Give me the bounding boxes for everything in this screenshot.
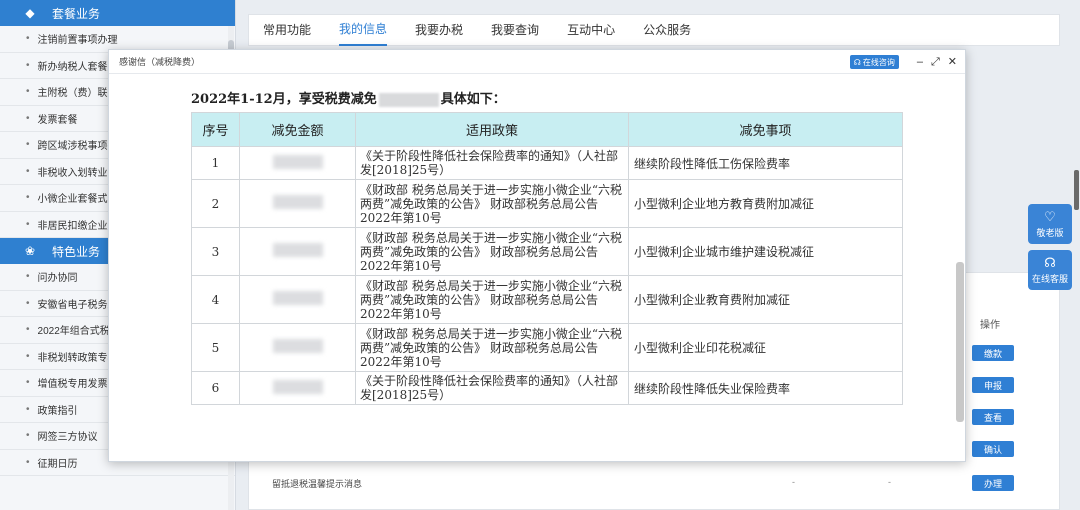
elder-mode-button[interactable]: ♡ 敬老版 [1028,204,1072,244]
cell-no: 6 [191,371,240,405]
cell-no: 4 [191,275,240,324]
cell-no: 1 [191,146,240,180]
header-policy: 适用政策 [355,112,629,147]
cell-item: 小型微利企业城市维护建设税减征 [628,227,903,276]
tab-query[interactable]: 我要查询 [491,15,539,45]
relief-table: 序号 减免金额 适用政策 减免事项 1 《关于阶段性降低社会保险费率的通知》（人… [191,112,903,405]
refund-tip-text: 留抵退税温馨提示消息 [272,479,363,489]
maximize-icon[interactable]: ⤢ [931,55,940,69]
redacted-amount [378,92,439,107]
cell-amount [239,146,356,180]
redacted-amount [272,243,323,257]
cell-policy: 《财政部 税务总局关于进一步实施小微企业“六税两费”减免政策的公告》 财政部税务… [355,275,629,324]
modal-title: 感谢信（减税降费） [119,57,201,67]
page-scrollbar-thumb[interactable] [1074,170,1079,210]
cell-policy: 《关于阶段性降低社会保险费率的通知》（人社部发[2018]25号） [355,146,629,180]
cell-policy: 《财政部 税务总局关于进一步实施小微企业“六税两费”减免政策的公告》 财政部税务… [355,179,629,228]
intro-suffix: 具体如下： [440,92,506,107]
header-amount: 减免金额 [239,112,356,147]
thank-you-letter-modal: 感谢信（减税降费） ☊ 在线咨询 – ⤢ ✕ 2022年1-12月，享受税费减免… [108,49,966,462]
operation-header: 操作 [980,320,1000,331]
float-button-label: 在线客服 [1031,273,1068,284]
cell-policy: 《财政部 税务总局关于进一步实施小微企业“六税两费”减免政策的公告》 财政部税务… [355,323,629,372]
elder-icon: ♡ [1044,208,1056,224]
headset-icon: ☊ [853,57,861,67]
cell-item: 小型微利企业教育费附加减征 [628,275,903,324]
table-header-row: 序号 减免金额 适用政策 减免事项 [191,112,903,147]
handle-button[interactable]: 办理 [972,475,1014,491]
table-row: 5 《财政部 税务总局关于进一步实施小微企业“六税两费”减免政策的公告》 财政部… [191,323,903,372]
header-no: 序号 [191,112,240,147]
table-row: 2 《财政部 税务总局关于进一步实施小微企业“六税两费”减免政策的公告》 财政部… [191,179,903,228]
cell-no: 3 [191,227,240,276]
cell-item: 继续阶段性降低失业保险费率 [628,371,903,405]
sidebar-section-package[interactable]: ◆ 套餐业务 [0,0,235,26]
table-row: 3 《财政部 税务总局关于进一步实施小微企业“六税两费”减免政策的公告》 财政部… [191,227,903,276]
cell-amount [239,227,356,276]
tab-common[interactable]: 常用功能 [263,15,311,45]
table-row: 4 《财政部 税务总局关于进一步实施小微企业“六税两费”减免政策的公告》 财政部… [191,275,903,324]
table-row: 1 《关于阶段性降低社会保险费率的通知》（人社部发[2018]25号） 继续阶段… [191,146,903,180]
header-item: 减免事项 [628,112,903,147]
sidebar-section-label: 特色业务 [52,244,101,259]
redacted-amount [272,154,323,169]
confirm-button[interactable]: 确认 [972,441,1014,457]
cell-no: 2 [191,179,240,228]
modal-scrollbar-thumb[interactable] [956,262,964,422]
online-service-button[interactable]: ☊ 在线客服 [1028,250,1072,290]
tab-public-service[interactable]: 公众服务 [643,15,691,45]
cell-amount [239,275,356,324]
online-consult-button[interactable]: ☊ 在线咨询 [849,55,899,69]
intro-text: 2022年1-12月，享受税费减免 具体如下： [191,88,506,107]
redacted-amount [272,195,323,209]
minimize-icon[interactable]: – [917,55,923,69]
cell-policy: 《关于阶段性降低社会保险费率的通知》（人社部发[2018]25号） [355,371,629,405]
redacted-amount [272,379,323,394]
intro-prefix: 2022年1-12月，享受税费减免 [191,92,377,107]
tab-my-info[interactable]: 我的信息 [339,14,388,46]
cell-amount [239,179,356,228]
top-nav: 常用功能 我的信息 我要办税 我要查询 互动中心 公众服务 [248,14,1060,46]
close-icon[interactable]: ✕ [948,55,957,69]
cell-item: 小型微利企业印花税减征 [628,323,903,372]
cell-amount [239,323,356,372]
sidebar-section-label: 套餐业务 [52,6,101,21]
redacted-amount [272,291,323,305]
tab-tax-handling[interactable]: 我要办税 [415,15,463,45]
dash-cell: - [792,477,795,487]
tab-interaction[interactable]: 互动中心 [567,15,615,45]
modal-actions: ☊ 在线咨询 – ⤢ ✕ [849,55,957,69]
declare-button[interactable]: 申报 [972,377,1014,393]
cell-item: 继续阶段性降低工伤保险费率 [628,146,903,180]
star-icon: ❀ [24,244,36,258]
modal-title-bar: 感谢信（减税降费） [109,50,965,74]
headset-icon: ☊ [1044,254,1056,270]
float-button-label: 敬老版 [1036,227,1064,238]
redacted-amount [272,339,323,353]
table-row: 6 《关于阶段性降低社会保险费率的通知》（人社部发[2018]25号） 继续阶段… [191,371,903,405]
cell-policy: 《财政部 税务总局关于进一步实施小微企业“六税两费”减免政策的公告》 财政部税务… [355,227,629,276]
cube-icon: ◆ [25,6,35,20]
pay-button[interactable]: 缴款 [972,345,1014,361]
dash-cell: - [888,477,891,487]
cell-amount [239,371,356,405]
consult-label: 在线咨询 [862,57,895,67]
view-button[interactable]: 查看 [972,409,1014,425]
cell-item: 小型微利企业地方教育费附加减征 [628,179,903,228]
cell-no: 5 [191,323,240,372]
